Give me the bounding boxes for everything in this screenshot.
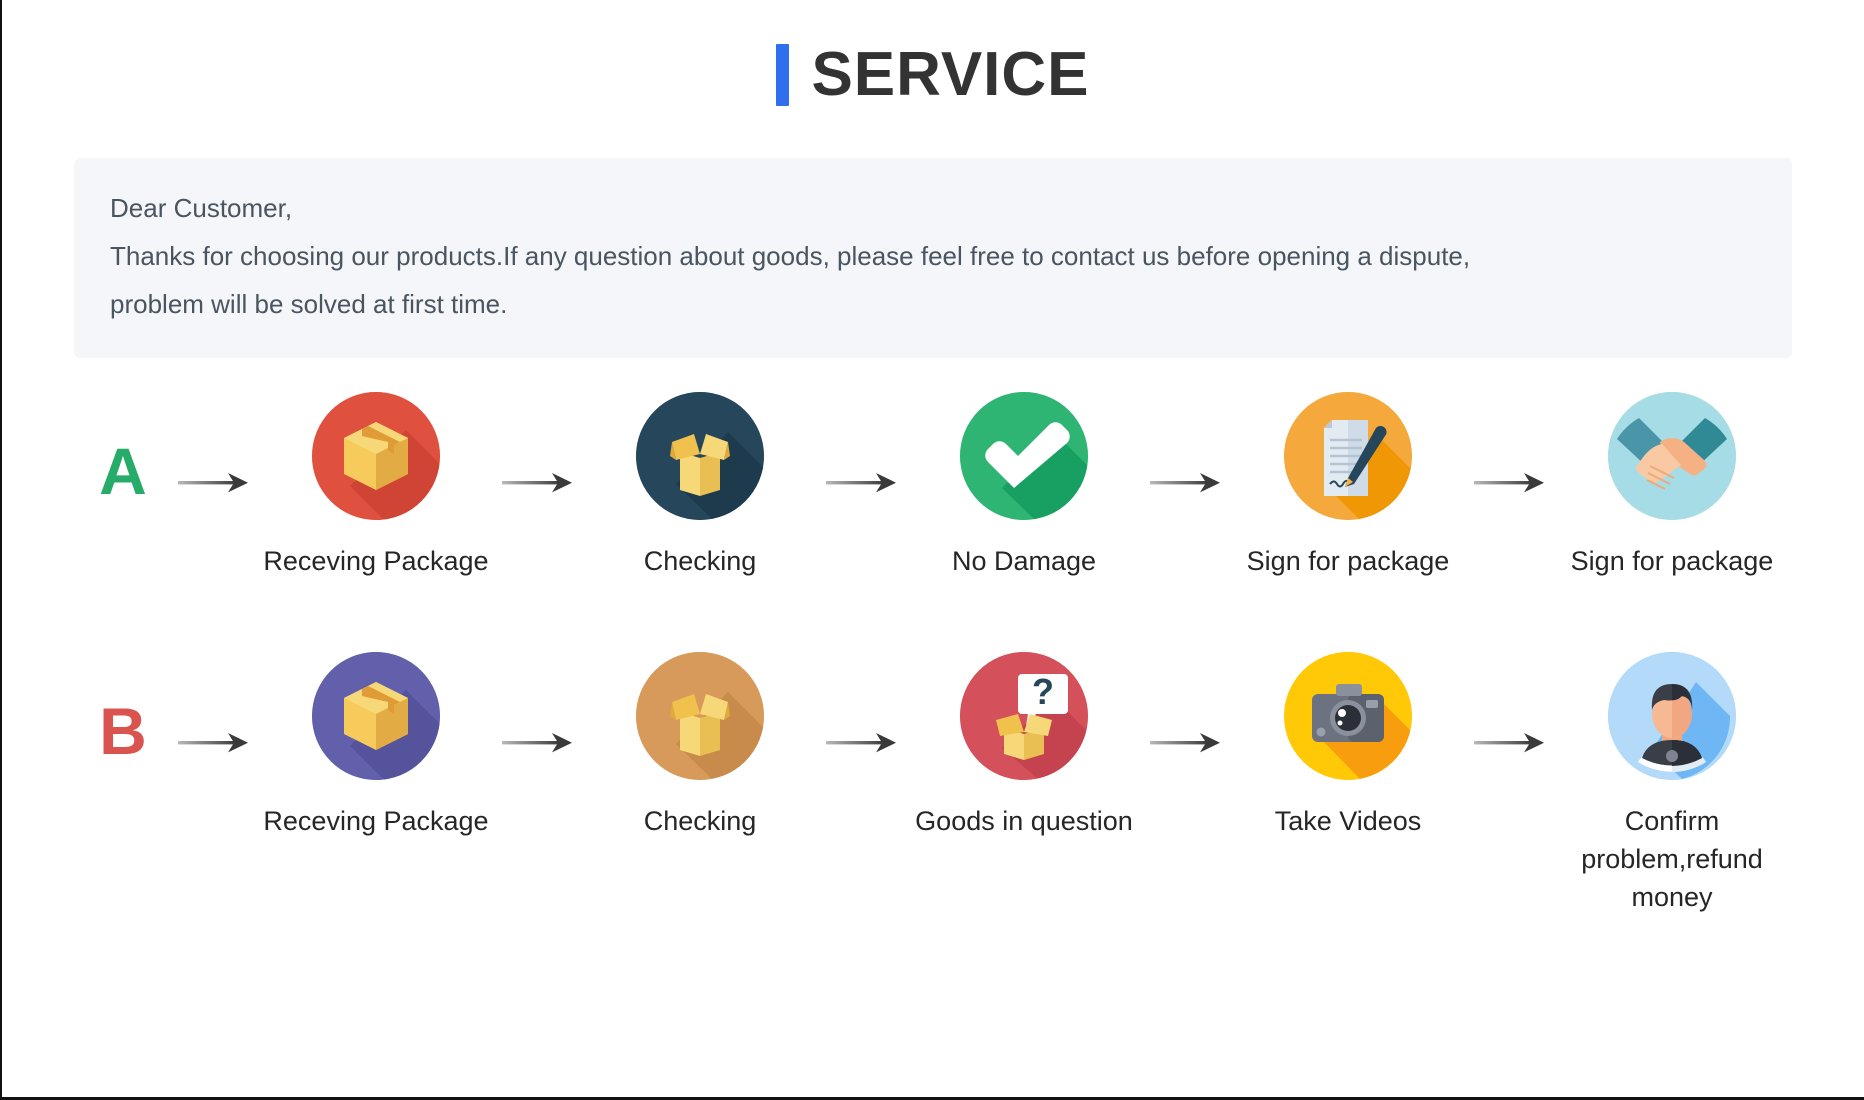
notice-line-3: problem will be solved at first time.: [110, 289, 508, 319]
arrow-icon: [1462, 652, 1558, 756]
accent-bar-icon: [776, 44, 790, 106]
arrow-icon: [1138, 652, 1234, 756]
flow-step-label: Take Videos: [1274, 806, 1422, 836]
flow-step[interactable]: Confirm problem,refund money: [1558, 652, 1786, 916]
open-box-icon: [636, 392, 764, 520]
arrow-icon: [1138, 392, 1234, 496]
flow-step[interactable]: Receving Package: [262, 392, 490, 580]
flow-letter-a: A: [99, 434, 147, 508]
package-box-icon: [312, 392, 440, 520]
flow-step-label: Checking: [643, 806, 757, 836]
svg-text:?: ?: [1032, 671, 1054, 712]
arrow-icon: [490, 392, 586, 496]
page-title: SERVICE: [811, 40, 1090, 109]
notice-line-1: Dear Customer,: [110, 193, 293, 223]
flow-step[interactable]: No Damage: [910, 392, 1138, 580]
arrow-icon: [1462, 392, 1558, 496]
question-box-icon: ?: [960, 652, 1088, 780]
flow-step-label: Goods in question: [915, 806, 1133, 836]
customer-notice-box: Dear Customer, Thanks for choosing our p…: [74, 158, 1792, 358]
flow-step-label: Checking: [643, 546, 757, 576]
flow-step-label: Confirm problem,refund money: [1581, 806, 1763, 912]
package-box-icon: [312, 652, 440, 780]
arrow-icon: [814, 652, 910, 756]
flow-step[interactable]: Checking: [586, 652, 814, 840]
flow-step[interactable]: Checking: [586, 392, 814, 580]
support-person-icon: [1608, 652, 1736, 780]
camera-icon: [1284, 652, 1412, 780]
flow-step-label: No Damage: [951, 546, 1097, 576]
service-page: SERVICE Dear Customer, Thanks for choosi…: [0, 0, 1864, 1100]
flow-step[interactable]: Receving Package: [262, 652, 490, 840]
arrow-icon: [166, 652, 262, 756]
flow-row-b: B Receving Package Checking ? Goods in q…: [2, 652, 1864, 916]
arrow-icon: [814, 392, 910, 496]
page-header: SERVICE: [2, 0, 1864, 106]
flow-step-label: Sign for package: [1570, 546, 1774, 576]
flow-step-label: Sign for package: [1246, 546, 1450, 576]
arrow-icon: [490, 652, 586, 756]
flow-step[interactable]: Sign for package: [1558, 392, 1786, 580]
flow-step[interactable]: ? Goods in question: [910, 652, 1138, 840]
handshake-icon: [1608, 392, 1736, 520]
flow-step-label: Receving Package: [263, 806, 489, 836]
document-pen-icon: [1284, 392, 1412, 520]
checkmark-icon: [960, 392, 1088, 520]
open-box-icon: [636, 652, 764, 780]
arrow-icon: [166, 392, 262, 496]
flow-letter-b: B: [99, 694, 147, 768]
flow-row-a: A Receving Package Checking No Damage Si…: [2, 392, 1864, 580]
flow-step-label: Receving Package: [263, 546, 489, 576]
notice-line-2: Thanks for choosing our products.If any …: [110, 241, 1471, 271]
flow-step[interactable]: Take Videos: [1234, 652, 1462, 840]
flow-step[interactable]: Sign for package: [1234, 392, 1462, 580]
